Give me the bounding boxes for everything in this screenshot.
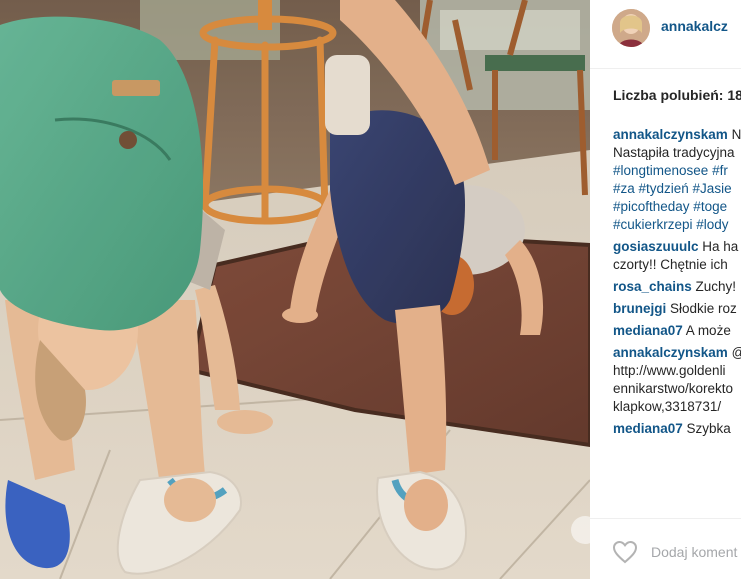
comment-username[interactable]: rosa_chains: [613, 279, 692, 294]
caption-hashtags[interactable]: #longtimenosee #fr: [613, 162, 741, 180]
comment-username[interactable]: mediana07: [613, 323, 683, 338]
comment-username[interactable]: brunejgi: [613, 301, 666, 316]
caption: annakalczynskam N: [613, 126, 741, 144]
comment-footer: Dodaj koment: [590, 518, 741, 579]
comment-link[interactable]: http://www.goldenli: [613, 362, 741, 380]
comment-link[interactable]: klapkow,3318731/: [613, 398, 741, 416]
comment-text: Szybka: [682, 421, 731, 436]
post-username[interactable]: annakalcz: [661, 18, 728, 34]
comment-link[interactable]: ennikarstwo/korekto: [613, 380, 741, 398]
comment-text: Zuchy!: [691, 279, 737, 294]
comment-text: Słodkie roz: [666, 301, 737, 316]
caption-line: Nastąpiła tradycyjna: [613, 145, 735, 160]
caption-hashtags[interactable]: #picoftheday #toge: [613, 198, 741, 216]
photo-illustration: [0, 0, 590, 579]
comment-text-cont: czorty!! Chętnie ich: [613, 257, 728, 272]
comment-item: gosiaszuuulc Ha ha: [613, 238, 741, 256]
comment-text: Ha ha: [698, 239, 739, 254]
comment-item: mediana07 Szybka: [613, 420, 741, 438]
post-sidebar: annakalcz Liczba polubień: 18 annakalczy…: [590, 0, 741, 579]
comment-item: rosa_chains Zuchy!: [613, 278, 741, 296]
comment-item: brunejgi Słodkie roz: [613, 300, 741, 318]
add-comment-input[interactable]: Dodaj koment: [651, 544, 737, 560]
heart-icon[interactable]: [612, 540, 638, 564]
comment-username[interactable]: mediana07: [613, 421, 683, 436]
caption-hashtags[interactable]: #za #tydzień #Jasie: [613, 180, 741, 198]
comment-list: annakalczynskam N Nastąpiła tradycyjna #…: [613, 126, 741, 438]
caption-username[interactable]: annakalczynskam: [613, 127, 728, 142]
comment-text: A może: [682, 323, 731, 338]
likes-count[interactable]: Liczba polubień: 18: [613, 87, 741, 103]
comment-username[interactable]: annakalczynskam: [613, 345, 728, 360]
caption-text-start: N: [727, 127, 741, 142]
comment-text: @: [728, 345, 741, 360]
comment-item: mediana07 A może: [613, 322, 741, 340]
post-header: annakalcz: [590, 0, 741, 69]
caption-hashtags[interactable]: #cukierkrzepi #lody: [613, 216, 741, 234]
avatar-image: [612, 9, 650, 47]
avatar[interactable]: [612, 9, 650, 47]
comment-username[interactable]: gosiaszuuulc: [613, 239, 699, 254]
post-photo[interactable]: [0, 0, 590, 579]
comment-item: annakalczynskam @: [613, 344, 741, 362]
